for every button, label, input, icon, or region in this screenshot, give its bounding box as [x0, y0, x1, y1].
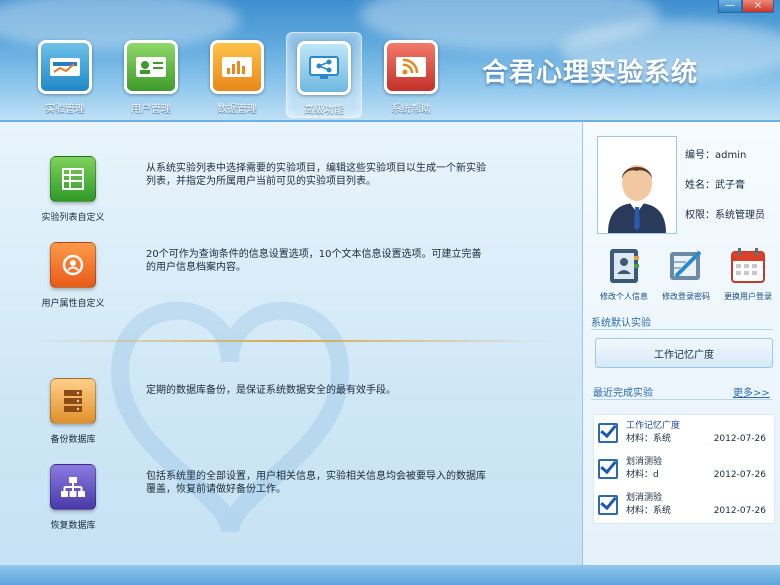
- user-id-row: 编号：admin: [685, 146, 746, 161]
- list-item[interactable]: 工作记忆广度 材料：系统 2012-07-26: [594, 415, 774, 451]
- main-nav: 实验管理 用户管理 数据管理 高级功能 系统帮助: [28, 32, 460, 118]
- address-book-icon: [610, 249, 639, 283]
- action-label: 修改登录密码: [662, 292, 710, 301]
- calendar-switch-icon: [731, 248, 765, 283]
- nav-item-users[interactable]: 用户管理: [114, 32, 188, 116]
- user-attr-icon[interactable]: [50, 242, 96, 288]
- list-item[interactable]: 划消测验 材料：d 2012-07-26: [594, 451, 774, 487]
- feature-label[interactable]: 恢复数据库: [50, 518, 95, 531]
- switch-user-button[interactable]: 更换用户登录: [717, 246, 779, 302]
- section-divider: [30, 340, 550, 342]
- user-avatar-icon: [608, 165, 666, 233]
- password-edit-icon: [670, 250, 702, 280]
- feature-user-attr: 用户属性自定义 20个可作为查询条件的信息设置选项，10个文本信息设置选项。可建…: [28, 242, 486, 309]
- feature-backup: 备份数据库 定期的数据库备份，是保证系统数据安全的最有效手段。: [28, 378, 486, 445]
- user-name-value: 武子膏: [715, 180, 745, 191]
- nav-item-experiment[interactable]: 实验管理: [28, 32, 102, 116]
- user-sidebar: 编号：admin 姓名：武子膏 权限：系统管理员 修改个人信息 修改登录密码 更…: [582, 120, 780, 567]
- nav-label: 实验管理: [45, 104, 85, 115]
- feature-list-custom: 实验列表自定义 从系统实验列表中选择需要的实验项目，编辑这些实验项目以生成一个新…: [28, 156, 486, 223]
- action-label: 更换用户登录: [724, 292, 772, 301]
- feature-description: 定期的数据库备份，是保证系统数据安全的最有效手段。: [146, 385, 396, 396]
- nav-item-help[interactable]: 系统帮助: [374, 32, 448, 116]
- recent-list: 工作记忆广度 材料：系统 2012-07-26 划消测验 材料：d 2012-0…: [593, 414, 775, 524]
- experiment-name[interactable]: 划消测验: [626, 492, 671, 505]
- footer-bar: [0, 565, 780, 585]
- experiment-name[interactable]: 划消测验: [626, 456, 662, 469]
- checkbox-checked-icon: [598, 495, 618, 515]
- user-role-row: 权限：系统管理员: [685, 206, 765, 221]
- feature-description: 从系统实验列表中选择需要的实验项目，编辑这些实验项目以生成一个新实验列表，并指定…: [146, 163, 486, 187]
- section-divider: [591, 399, 773, 400]
- feature-label[interactable]: 备份数据库: [50, 432, 95, 445]
- nav-label: 用户管理: [131, 104, 171, 115]
- default-experiment-title: 系统默认实验: [591, 318, 651, 329]
- backup-db-icon[interactable]: [50, 378, 96, 424]
- experiment-name[interactable]: 工作记忆广度: [626, 420, 680, 433]
- help-rss-icon: [384, 40, 438, 94]
- user-actions: 修改个人信息 修改登录密码 更换用户登录: [593, 246, 779, 302]
- app-title: 合君心理实验系统: [482, 58, 699, 88]
- user-role-value: 系统管理员: [715, 210, 765, 221]
- experiment-material: 材料：d: [626, 470, 659, 480]
- experiment-date: 2012-07-26: [713, 506, 766, 516]
- feature-restore: 恢复数据库 包括系统里的全部设置，用户相关信息，实验相关信息均会被要导入的数据库…: [28, 464, 486, 531]
- recent-experiments-title: 最近完成实验: [593, 388, 653, 399]
- header: — × 实验管理 用户管理 数据管理 高级功能 系统帮助 合君心理实验系统: [0, 0, 780, 120]
- list-item[interactable]: 划消测验 材料：系统 2012-07-26: [594, 487, 774, 523]
- user-card-icon: [124, 40, 178, 94]
- advanced-monitor-icon: [297, 41, 351, 95]
- avatar: [597, 136, 677, 234]
- list-table-icon[interactable]: [50, 156, 96, 202]
- minimize-button[interactable]: —: [718, 0, 742, 13]
- feature-description: 20个可作为查询条件的信息设置选项，10个文本信息设置选项。可建立完善的用户信息…: [146, 249, 482, 273]
- more-link[interactable]: 更多>>: [733, 384, 770, 399]
- user-role-label: 权限：: [685, 210, 715, 221]
- user-id-label: 编号：: [685, 150, 715, 161]
- experiment-material: 材料：系统: [626, 434, 672, 444]
- checkbox-checked-icon: [598, 459, 618, 479]
- experiment-material: 材料：系统: [626, 506, 672, 516]
- nav-item-data[interactable]: 数据管理: [200, 32, 274, 116]
- edit-profile-button[interactable]: 修改个人信息: [593, 246, 655, 302]
- experiment-icon: [38, 40, 92, 94]
- main-panel: 实验列表自定义 从系统实验列表中选择需要的实验项目，编辑这些实验项目以生成一个新…: [0, 120, 582, 567]
- user-name-label: 姓名：: [685, 180, 715, 191]
- user-id-value: admin: [715, 150, 747, 161]
- nav-label: 数据管理: [217, 104, 257, 115]
- default-experiment-button[interactable]: 工作记忆广度: [595, 338, 773, 368]
- change-password-button[interactable]: 修改登录密码: [655, 246, 717, 302]
- feature-description: 包括系统里的全部设置，用户相关信息，实验相关信息均会被要导入的数据库覆盖，恢复前…: [146, 471, 486, 495]
- nav-item-advanced[interactable]: 高级功能: [286, 32, 362, 118]
- checkbox-checked-icon: [598, 423, 618, 443]
- experiment-date: 2012-07-26: [713, 434, 766, 444]
- action-label: 修改个人信息: [600, 292, 648, 301]
- feature-label[interactable]: 实验列表自定义: [41, 210, 104, 223]
- experiment-date: 2012-07-26: [713, 470, 766, 480]
- restore-db-icon[interactable]: [50, 464, 96, 510]
- feature-label[interactable]: 用户属性自定义: [41, 296, 104, 309]
- nav-label: 系统帮助: [391, 104, 431, 115]
- data-chart-icon: [210, 40, 264, 94]
- close-button[interactable]: ×: [742, 0, 774, 13]
- section-divider: [591, 329, 773, 330]
- user-name-row: 姓名：武子膏: [685, 176, 745, 191]
- nav-label: 高级功能: [304, 105, 344, 116]
- window-controls: — ×: [718, 0, 774, 13]
